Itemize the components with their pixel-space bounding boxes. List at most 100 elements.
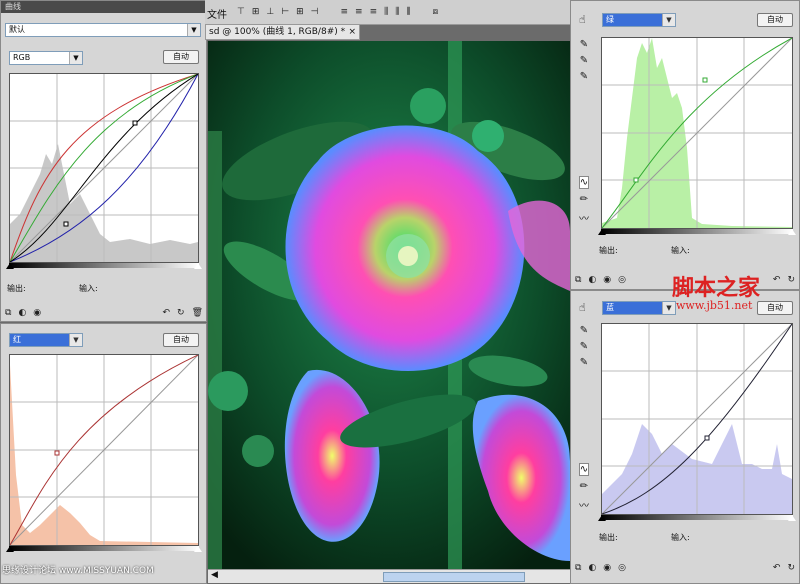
reset-icon[interactable]: ↻ bbox=[787, 275, 795, 285]
white-eyedropper-icon[interactable]: ✎ bbox=[580, 71, 588, 82]
scroll-thumb[interactable] bbox=[383, 572, 525, 582]
horizontal-scrollbar[interactable]: ◀ bbox=[208, 569, 570, 583]
image-canvas[interactable] bbox=[208, 41, 570, 569]
file-menu[interactable]: 文件 bbox=[207, 6, 227, 21]
panel-footer: ⧉ ◐ ◉ ↶ ↻ 🗑 bbox=[5, 306, 203, 320]
auto-button[interactable]: 自动 bbox=[757, 301, 793, 315]
eye-icon[interactable]: ◉ bbox=[33, 308, 41, 318]
view-icon[interactable]: ◎ bbox=[618, 275, 626, 285]
align-right-icon[interactable]: ⊣ bbox=[311, 7, 319, 17]
curve-graph-svg bbox=[602, 38, 792, 228]
gray-eyedropper-icon[interactable]: ✎ bbox=[580, 341, 588, 352]
align-bottom-icon[interactable]: ⊥ bbox=[266, 7, 274, 17]
distribute-middle-icon[interactable]: ≡ bbox=[355, 7, 363, 17]
curve-edit-icon[interactable]: ∿ bbox=[578, 463, 590, 476]
jb51-watermark-title: 脚本之家 bbox=[672, 275, 761, 301]
align-middle-icon[interactable]: ⊞ bbox=[252, 7, 260, 17]
channel-value: 蓝 bbox=[606, 303, 614, 312]
close-icon[interactable]: × bbox=[348, 25, 356, 39]
clip-icon[interactable]: ⧉ bbox=[575, 563, 581, 573]
curves-panel-rgb: 曲线 默认 ▼ RGB ▼ 自动 输出: 输入: ⧉ ◐ ◉ ↶ ↻ 🗑 bbox=[0, 0, 207, 322]
input-gradient bbox=[601, 229, 793, 234]
channel-value: 红 bbox=[13, 335, 21, 344]
auto-button[interactable]: 自动 bbox=[163, 333, 199, 347]
channel-select[interactable]: 蓝 ▼ bbox=[602, 301, 676, 315]
distribute-right-icon[interactable]: ⫼ bbox=[406, 7, 410, 17]
black-eyedropper-icon[interactable]: ✎ bbox=[580, 39, 588, 50]
previous-state-icon[interactable]: ↶ bbox=[773, 275, 781, 285]
curve-edit-icon[interactable]: ∿ bbox=[578, 176, 590, 189]
clip-icon[interactable]: ⧉ bbox=[5, 308, 11, 318]
white-point-slider[interactable] bbox=[194, 263, 202, 269]
curve-graph-rgb[interactable] bbox=[9, 73, 199, 263]
gray-eyedropper-icon[interactable]: ✎ bbox=[580, 55, 588, 66]
align-center-icon[interactable]: ⊞ bbox=[296, 7, 304, 17]
curve-graph-blue[interactable] bbox=[601, 323, 793, 515]
curve-graph-red[interactable] bbox=[9, 354, 199, 546]
white-point-slider[interactable] bbox=[788, 515, 796, 521]
visibility-icon[interactable]: ◐ bbox=[588, 563, 596, 573]
black-point-slider[interactable] bbox=[598, 515, 606, 521]
channel-value: 绿 bbox=[606, 15, 614, 24]
curve-point bbox=[132, 120, 138, 126]
delete-icon[interactable]: 🗑 bbox=[192, 308, 203, 318]
white-point-slider[interactable] bbox=[788, 229, 796, 235]
input-label: 输入: bbox=[671, 246, 690, 255]
visibility-icon[interactable]: ◐ bbox=[588, 275, 596, 285]
pencil-icon[interactable]: ✏ bbox=[580, 194, 588, 205]
curve-point bbox=[704, 435, 710, 441]
curves-panel-green: ☝ 绿 ▼ 自动 ✎ ✎ ✎ ∿ ✏ 〰 输出: 输入: ⧉ ◐ ◉ ◎ ↶ ↻ bbox=[570, 0, 800, 290]
curve-graph-svg bbox=[10, 74, 198, 262]
curve-tools: ∿ ✏ 〰 bbox=[575, 463, 593, 512]
white-point-slider[interactable] bbox=[194, 546, 202, 552]
channel-select[interactable]: 绿 ▼ bbox=[602, 13, 676, 27]
distribute-center-icon[interactable]: ⫼ bbox=[395, 7, 399, 17]
channel-select[interactable]: RGB ▼ bbox=[9, 51, 83, 65]
curve-tools: ∿ ✏ 〰 bbox=[575, 176, 593, 225]
smooth-icon[interactable]: 〰 bbox=[579, 210, 589, 225]
distribute-top-icon[interactable]: ≡ bbox=[340, 7, 348, 17]
chevron-down-icon: ▼ bbox=[69, 52, 82, 64]
align-top-icon[interactable]: ⊤ bbox=[237, 7, 245, 17]
distribute-bottom-icon[interactable]: ≡ bbox=[370, 7, 378, 17]
channel-value: RGB bbox=[13, 53, 31, 62]
document-tab[interactable]: sd @ 100% (曲线 1, RGB/8#) * × bbox=[205, 24, 360, 40]
panel-title: 曲线 bbox=[1, 1, 206, 13]
channel-select[interactable]: 红 ▼ bbox=[9, 333, 83, 347]
reset-icon[interactable]: ↻ bbox=[787, 563, 795, 573]
eye-icon[interactable]: ◉ bbox=[603, 275, 611, 285]
target-adjust-icon[interactable]: ☝ bbox=[579, 301, 586, 314]
flower-photo bbox=[208, 41, 570, 569]
align-tools: ⊤ ⊞ ⊥ ⊢ ⊞ ⊣ ≡ ≡ ≡ ⫼ ⫼ ⫼ ⧈ bbox=[237, 5, 438, 19]
align-left-icon[interactable]: ⊢ bbox=[281, 7, 289, 17]
reset-icon[interactable]: ↻ bbox=[177, 308, 185, 318]
black-point-slider[interactable] bbox=[6, 263, 14, 269]
auto-align-icon[interactable]: ⧈ bbox=[433, 7, 439, 17]
distribute-left-icon[interactable]: ⫼ bbox=[384, 7, 388, 17]
clip-icon[interactable]: ⧉ bbox=[575, 275, 581, 285]
jb51-watermark-url: www.jb51.net bbox=[676, 299, 753, 312]
missyuan-watermark: 思缘设计论坛 www.MISSYUAN.COM bbox=[2, 566, 154, 576]
pencil-icon[interactable]: ✏ bbox=[580, 481, 588, 492]
eye-icon[interactable]: ◉ bbox=[603, 563, 611, 573]
curve-graph-green[interactable] bbox=[601, 37, 793, 229]
curve-point bbox=[63, 221, 69, 227]
input-gradient bbox=[9, 263, 199, 268]
black-eyedropper-icon[interactable]: ✎ bbox=[580, 325, 588, 336]
target-adjust-icon[interactable]: ☝ bbox=[579, 13, 586, 26]
visibility-icon[interactable]: ◐ bbox=[18, 308, 26, 318]
scroll-left-icon[interactable]: ◀ bbox=[211, 570, 218, 580]
black-point-slider[interactable] bbox=[6, 546, 14, 552]
black-point-slider[interactable] bbox=[598, 229, 606, 235]
view-icon[interactable]: ◎ bbox=[618, 563, 626, 573]
panel-footer: ⧉ ◐ ◉ ◎ ↶ ↻ bbox=[575, 561, 795, 575]
preset-select[interactable]: 默认 ▼ bbox=[5, 23, 201, 37]
white-eyedropper-icon[interactable]: ✎ bbox=[580, 357, 588, 368]
auto-button[interactable]: 自动 bbox=[757, 13, 793, 27]
auto-button[interactable]: 自动 bbox=[163, 50, 199, 64]
chevron-down-icon: ▼ bbox=[662, 302, 675, 314]
smooth-icon[interactable]: 〰 bbox=[579, 497, 589, 512]
previous-state-icon[interactable]: ↶ bbox=[162, 308, 170, 318]
document-title: sd @ 100% (曲线 1, RGB/8#) * bbox=[209, 27, 346, 37]
previous-state-icon[interactable]: ↶ bbox=[773, 563, 781, 573]
